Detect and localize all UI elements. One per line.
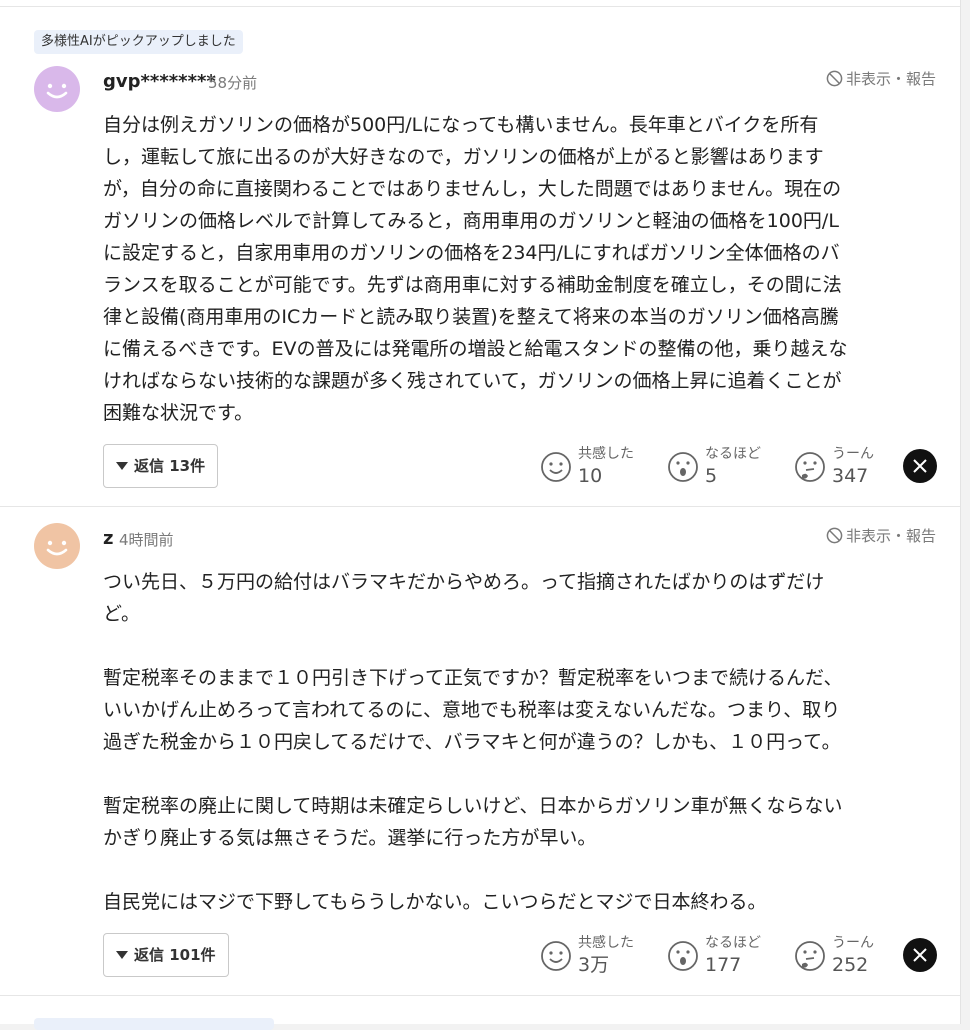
- share-x-button[interactable]: [903, 449, 937, 483]
- caret-down-icon: [116, 951, 128, 959]
- reaction-count: 347: [832, 465, 869, 487]
- smile-face-icon: [541, 941, 571, 971]
- reaction-empathy-button[interactable]: 共感した 3万: [540, 934, 634, 978]
- surprised-face-icon: [668, 941, 698, 971]
- reaction-label: うーん: [832, 446, 874, 462]
- reaction-label: うーん: [832, 935, 874, 951]
- avatar: [34, 66, 80, 112]
- reply-toggle-button[interactable]: 返信 13件: [103, 444, 219, 488]
- hide-report-label: 非表示・報告: [845, 527, 936, 545]
- reply-count: 返信 13件: [134, 457, 206, 475]
- reaction-hmm-button[interactable]: うーん 347: [794, 445, 874, 489]
- comment-time: 58分前: [208, 74, 258, 92]
- next-pickup-badge: [34, 1018, 274, 1030]
- reaction-insight-button[interactable]: なるほど 5: [667, 445, 761, 489]
- hide-report-link[interactable]: 非表示・報告: [826, 525, 936, 546]
- reaction-label: なるほど: [705, 935, 761, 951]
- reaction-label: なるほど: [705, 446, 761, 462]
- divider: [0, 995, 960, 996]
- ai-pickup-badge: 多様性AIがピックアップしました: [34, 30, 243, 54]
- reaction-empathy-button[interactable]: 共感した 10: [540, 445, 634, 489]
- divider: [0, 506, 960, 507]
- comment-username[interactable]: z: [103, 528, 113, 549]
- thinking-face-icon: [795, 941, 825, 971]
- reaction-label: 共感した: [578, 446, 634, 462]
- reaction-insight-button[interactable]: なるほど 177: [667, 934, 761, 978]
- divider: [0, 6, 960, 7]
- x-logo-icon: [913, 459, 927, 473]
- avatar: [34, 523, 80, 569]
- thinking-face-icon: [795, 452, 825, 482]
- comment-list: 多様性AIがピックアップしました gvp******** 58分前 非表示・報告…: [0, 0, 961, 1030]
- block-icon: [826, 527, 843, 544]
- x-logo-icon: [913, 948, 927, 962]
- avatar-face-icon: [34, 66, 80, 112]
- reaction-hmm-button[interactable]: うーん 252: [794, 934, 874, 978]
- reaction-count: 177: [705, 954, 742, 976]
- share-x-button[interactable]: [903, 938, 937, 972]
- surprised-face-icon: [668, 452, 698, 482]
- caret-down-icon: [116, 462, 128, 470]
- comment-username[interactable]: gvp********: [103, 71, 216, 92]
- comment-body: 自分は例えガソリンの価格が500円/Lになっても構いません。長年車とバイクを所有…: [103, 114, 848, 424]
- hide-report-link[interactable]: 非表示・報告: [826, 68, 936, 89]
- comment-body: つい先日、５万円の給付はバラマキだからやめろ。って指摘されたばかりのはずだけ ど…: [103, 571, 843, 913]
- reaction-label: 共感した: [578, 935, 634, 951]
- reaction-count: 252: [832, 954, 869, 976]
- reaction-count: 5: [705, 465, 718, 487]
- reaction-count: 3万: [578, 954, 610, 976]
- avatar-face-icon: [34, 523, 80, 569]
- hide-report-label: 非表示・報告: [845, 70, 936, 88]
- block-icon: [826, 70, 843, 87]
- reply-toggle-button[interactable]: 返信 101件: [103, 933, 229, 977]
- smile-face-icon: [541, 452, 571, 482]
- reaction-count: 10: [578, 465, 603, 487]
- reply-count: 返信 101件: [134, 946, 216, 964]
- comment-time: 4時間前: [119, 531, 174, 549]
